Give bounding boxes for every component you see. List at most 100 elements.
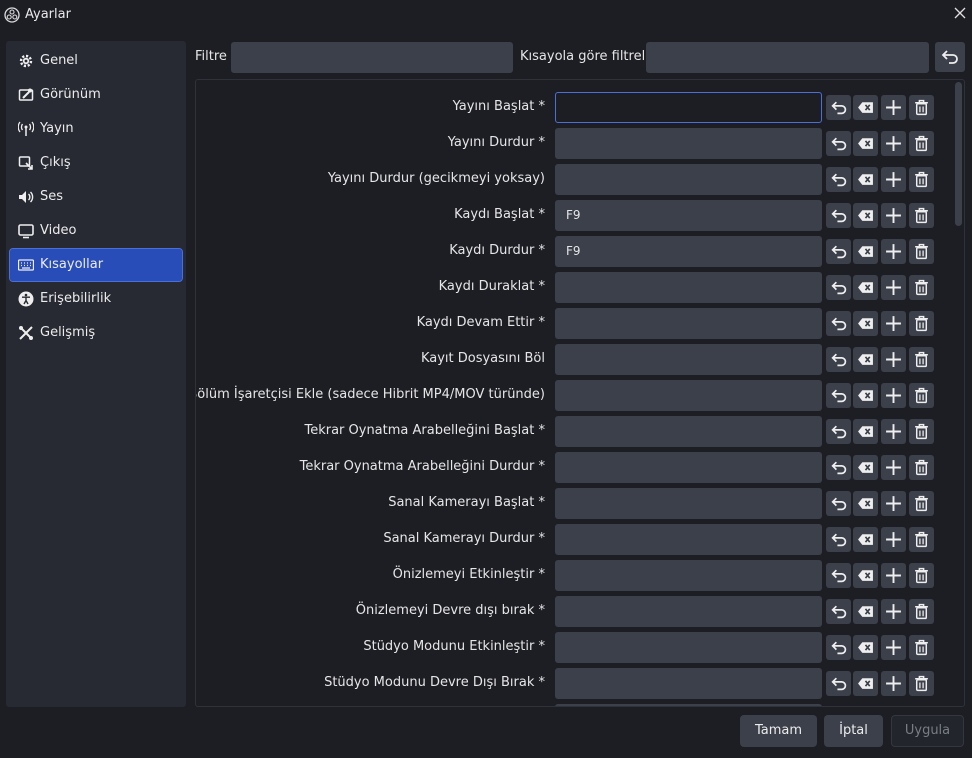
revert-button[interactable]	[826, 167, 851, 192]
remove-button[interactable]	[909, 563, 934, 588]
clear-button[interactable]	[853, 383, 878, 408]
sidebar-item-ses[interactable]: Ses	[10, 181, 182, 213]
revert-button[interactable]	[826, 203, 851, 228]
add-button[interactable]	[881, 635, 906, 660]
remove-button[interactable]	[909, 203, 934, 228]
scrollbar-thumb[interactable]	[955, 82, 962, 226]
remove-button[interactable]	[909, 131, 934, 156]
hotkey-input[interactable]	[555, 668, 822, 699]
add-button[interactable]	[881, 671, 906, 696]
hotkey-input[interactable]	[555, 596, 822, 627]
remove-button[interactable]	[909, 347, 934, 372]
apply-button[interactable]: Uygula	[891, 715, 964, 747]
hotkey-input[interactable]: F9	[555, 236, 822, 267]
remove-button[interactable]	[909, 599, 934, 624]
remove-button[interactable]	[909, 671, 934, 696]
add-button[interactable]	[881, 563, 906, 588]
sidebar-item-gorunum[interactable]: Görünüm	[10, 79, 182, 111]
remove-button[interactable]	[909, 311, 934, 336]
revert-button[interactable]	[826, 527, 851, 552]
hotkey-input[interactable]	[555, 704, 822, 706]
revert-button[interactable]	[826, 599, 851, 624]
clear-button[interactable]	[853, 347, 878, 372]
revert-button[interactable]	[826, 239, 851, 264]
hotkey-input[interactable]	[555, 380, 822, 411]
hotkey-input[interactable]	[555, 128, 822, 159]
hotkey-input[interactable]	[555, 416, 822, 447]
add-button[interactable]	[881, 275, 906, 300]
add-button[interactable]	[881, 95, 906, 120]
remove-button[interactable]	[909, 455, 934, 480]
add-button[interactable]	[881, 131, 906, 156]
remove-button[interactable]	[909, 275, 934, 300]
revert-button[interactable]	[826, 347, 851, 372]
clear-button[interactable]	[853, 671, 878, 696]
remove-button[interactable]	[909, 635, 934, 660]
revert-button[interactable]	[826, 131, 851, 156]
hotkey-input[interactable]	[555, 452, 822, 483]
hotkey-input[interactable]	[555, 308, 822, 339]
hotkey-input[interactable]	[555, 524, 822, 555]
clear-button[interactable]	[853, 203, 878, 228]
add-button[interactable]	[881, 167, 906, 192]
clear-button[interactable]	[853, 419, 878, 444]
clear-button[interactable]	[853, 599, 878, 624]
hotkey-input[interactable]: F9	[555, 200, 822, 231]
sidebar-item-genel[interactable]: Genel	[10, 45, 182, 77]
clear-button[interactable]	[853, 635, 878, 660]
add-button[interactable]	[881, 239, 906, 264]
add-button[interactable]	[881, 311, 906, 336]
clear-button[interactable]	[853, 491, 878, 516]
ok-button[interactable]: Tamam	[740, 715, 817, 747]
add-button[interactable]	[881, 527, 906, 552]
revert-button[interactable]	[826, 275, 851, 300]
revert-button[interactable]	[826, 95, 851, 120]
remove-button[interactable]	[909, 419, 934, 444]
clear-button[interactable]	[853, 275, 878, 300]
sidebar-item-cikis[interactable]: Çıkış	[10, 147, 182, 179]
add-button[interactable]	[881, 419, 906, 444]
remove-button[interactable]	[909, 383, 934, 408]
sidebar-item-erisebilirlik[interactable]: Erişebilirlik	[10, 283, 182, 315]
clear-button[interactable]	[853, 167, 878, 192]
clear-button[interactable]	[853, 563, 878, 588]
add-button[interactable]	[881, 491, 906, 516]
revert-button[interactable]	[826, 563, 851, 588]
hotkey-list-scrollbar[interactable]	[955, 82, 962, 704]
revert-button[interactable]	[826, 491, 851, 516]
clear-button[interactable]	[853, 311, 878, 336]
shortcut-filter-input[interactable]	[646, 42, 929, 73]
clear-button[interactable]	[853, 239, 878, 264]
hotkey-input[interactable]	[555, 164, 822, 195]
sidebar-item-yayin[interactable]: Yayın	[10, 113, 182, 145]
remove-button[interactable]	[909, 95, 934, 120]
revert-button[interactable]	[826, 455, 851, 480]
revert-button[interactable]	[826, 635, 851, 660]
revert-button[interactable]	[826, 383, 851, 408]
add-button[interactable]	[881, 347, 906, 372]
add-button[interactable]	[881, 599, 906, 624]
hotkey-input[interactable]	[555, 272, 822, 303]
sidebar-item-kisayollar[interactable]: Kısayollar	[9, 248, 183, 282]
clear-button[interactable]	[853, 527, 878, 552]
revert-button[interactable]	[826, 671, 851, 696]
clear-button[interactable]	[853, 131, 878, 156]
hotkey-input[interactable]	[555, 632, 822, 663]
add-button[interactable]	[881, 203, 906, 228]
sidebar-item-video[interactable]: Video	[10, 215, 182, 247]
hotkey-input[interactable]	[555, 560, 822, 591]
remove-button[interactable]	[909, 239, 934, 264]
remove-button[interactable]	[909, 167, 934, 192]
reset-filter-button[interactable]	[935, 42, 965, 72]
add-button[interactable]	[881, 455, 906, 480]
close-icon[interactable]	[953, 6, 967, 20]
hotkey-input[interactable]	[555, 92, 822, 123]
hotkey-input[interactable]	[555, 344, 822, 375]
clear-button[interactable]	[853, 95, 878, 120]
add-button[interactable]	[881, 383, 906, 408]
clear-button[interactable]	[853, 455, 878, 480]
cancel-button[interactable]: İptal	[824, 715, 883, 747]
hotkey-input[interactable]	[555, 488, 822, 519]
revert-button[interactable]	[826, 419, 851, 444]
remove-button[interactable]	[909, 527, 934, 552]
